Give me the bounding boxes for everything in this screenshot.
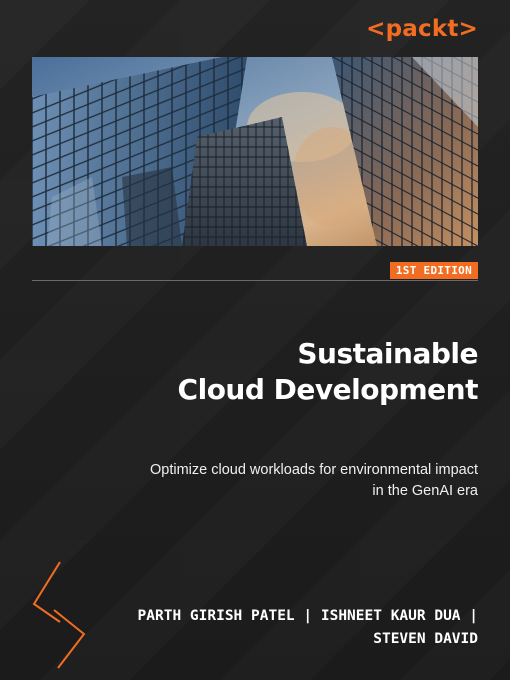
book-cover: <packt> 1ST EDITION Sustainable Cloud De… — [0, 0, 510, 680]
subtitle-line-2: in the GenAI era — [372, 483, 478, 499]
authors-line-1: PARTH GIRISH PATEL | ISHNEET KAUR DUA | — [137, 608, 478, 624]
skyscrapers-illustration — [32, 57, 478, 246]
cover-photo — [32, 57, 478, 246]
book-authors: PARTH GIRISH PATEL | ISHNEET KAUR DUA | … — [78, 605, 478, 651]
subtitle-line-1: Optimize cloud workloads for environment… — [150, 462, 478, 478]
book-title: Sustainable Cloud Development — [58, 336, 479, 408]
edition-badge: 1ST EDITION — [389, 262, 478, 279]
title-line-1: Sustainable — [297, 337, 478, 370]
authors-line-2: STEVEN DAVID — [373, 631, 478, 647]
chevron-mark-icon — [32, 561, 86, 669]
book-subtitle: Optimize cloud workloads for environment… — [78, 460, 478, 502]
packt-logo: <packt> — [366, 16, 478, 42]
divider-rule — [32, 280, 478, 281]
title-line-2: Cloud Development — [177, 373, 479, 406]
